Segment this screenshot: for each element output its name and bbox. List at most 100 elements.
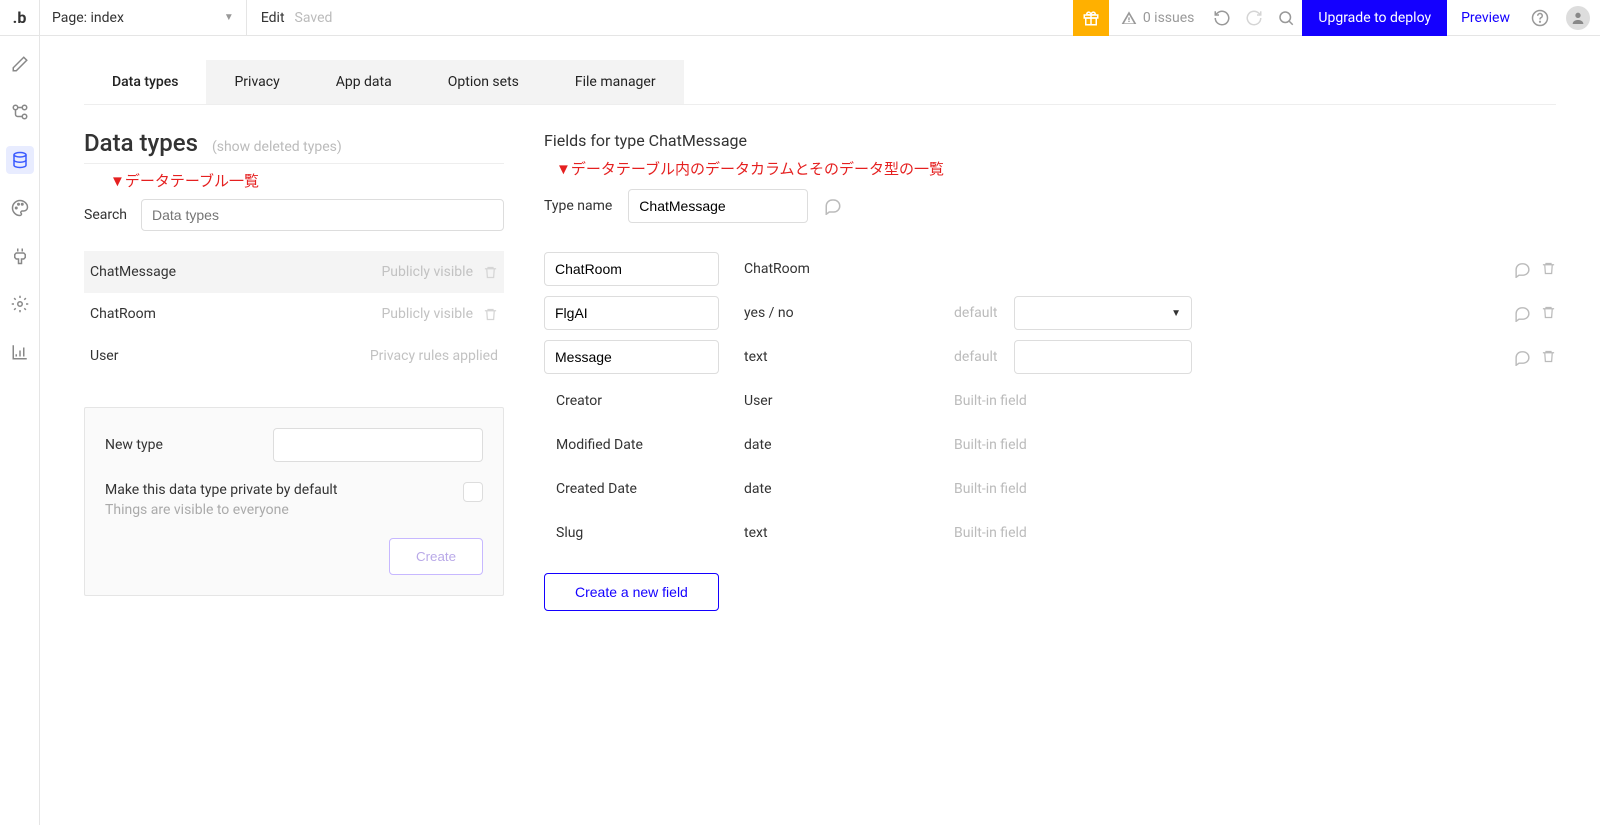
comment-icon — [1514, 261, 1531, 278]
page-selector[interactable]: Page: index ▼ — [40, 0, 247, 36]
chart-icon — [11, 343, 29, 361]
field-delete-button[interactable] — [1541, 349, 1556, 366]
show-deleted-link[interactable]: (show deleted types) — [212, 139, 342, 155]
fields-panel: Fields for type ChatMessage ▼データテーブル内のデー… — [544, 115, 1556, 611]
tab-option-sets[interactable]: Option sets — [420, 60, 547, 104]
create-type-button[interactable]: Create — [389, 538, 483, 575]
user-icon — [1570, 10, 1586, 26]
type-row[interactable]: ChatRoom Publicly visible — [84, 293, 504, 335]
type-name: ChatRoom — [90, 306, 156, 322]
field-type: User — [744, 393, 954, 409]
comment-button[interactable] — [824, 197, 842, 215]
field-list: ChatRoomyes / nodefault▼textdefaultCreat… — [544, 247, 1556, 555]
default-input[interactable] — [1014, 340, 1192, 374]
tab-file-manager[interactable]: File manager — [547, 60, 684, 104]
edit-link[interactable]: Edit — [261, 10, 285, 26]
type-status-text: Publicly visible — [381, 264, 473, 280]
database-icon — [11, 151, 29, 169]
field-delete-button[interactable] — [1541, 261, 1556, 278]
type-status-text: Privacy rules applied — [370, 348, 498, 364]
builtin-label: Built-in field — [954, 393, 1027, 409]
issues-count: 0 issues — [1143, 10, 1195, 26]
user-avatar[interactable] — [1566, 6, 1590, 30]
field-name-input[interactable] — [544, 340, 719, 374]
type-list: ChatMessagePublicly visible ChatRoom Publi… — [84, 251, 504, 377]
builtin-label: Built-in field — [954, 437, 1027, 453]
trash-icon — [1541, 261, 1556, 276]
issues-indicator[interactable]: 0 issues — [1109, 10, 1207, 26]
chevron-down-icon: ▼ — [1171, 308, 1181, 319]
gift-button[interactable] — [1073, 0, 1109, 36]
workflow-icon — [11, 103, 29, 121]
help-button[interactable] — [1524, 0, 1556, 36]
search-icon — [1277, 9, 1295, 27]
field-name-input[interactable] — [544, 296, 719, 330]
field-row: SlugtextBuilt-in field — [544, 511, 1556, 555]
trash-icon — [483, 307, 498, 322]
types-heading: Data types — [84, 129, 198, 157]
field-row: Modified DatedateBuilt-in field — [544, 423, 1556, 467]
type-status: Publicly visible — [381, 264, 498, 280]
sidebar-item-data[interactable] — [6, 146, 34, 174]
chevron-down-icon: ▼ — [224, 12, 234, 23]
type-name-input[interactable] — [628, 189, 808, 223]
comment-icon — [1514, 305, 1531, 322]
delete-type-button[interactable] — [483, 307, 498, 322]
builtin-label: Built-in field — [954, 525, 1027, 541]
sidebar-item-workflow[interactable] — [6, 98, 34, 126]
undo-button[interactable] — [1206, 0, 1238, 36]
type-row[interactable]: ChatMessagePublicly visible — [84, 251, 504, 293]
search-button[interactable] — [1270, 0, 1302, 36]
topbar: .b Page: index ▼ Edit Saved 0 issues Upg… — [0, 0, 1600, 36]
private-hint: Things are visible to everyone — [105, 502, 337, 518]
private-checkbox[interactable] — [463, 482, 483, 502]
default-select[interactable]: ▼ — [1014, 296, 1192, 330]
field-name-input[interactable] — [544, 252, 719, 286]
field-name: Modified Date — [544, 437, 744, 453]
tabs: Data types Privacy App data Option sets … — [84, 60, 1556, 105]
sidebar-item-plugins[interactable] — [6, 242, 34, 270]
saved-status: Saved — [295, 10, 333, 26]
delete-type-button[interactable] — [483, 265, 498, 280]
field-type: yes / no — [744, 305, 954, 321]
new-type-input[interactable] — [273, 428, 483, 462]
type-row[interactable]: UserPrivacy rules applied — [84, 335, 504, 377]
tab-app-data[interactable]: App data — [308, 60, 420, 104]
field-row: CreatorUserBuilt-in field — [544, 379, 1556, 423]
pencil-icon — [11, 55, 29, 73]
field-type: date — [744, 437, 954, 453]
search-label: Search — [84, 207, 127, 223]
type-status-text: Publicly visible — [381, 306, 473, 322]
search-input[interactable] — [141, 199, 504, 231]
tab-data-types[interactable]: Data types — [84, 60, 206, 104]
type-name-label: Type name — [544, 198, 612, 214]
sidebar-item-design[interactable] — [6, 50, 34, 78]
sidebar-item-logs[interactable] — [6, 338, 34, 366]
field-row: Created DatedateBuilt-in field — [544, 467, 1556, 511]
field-comment-button[interactable] — [1514, 305, 1531, 322]
redo-button[interactable] — [1238, 0, 1270, 36]
sidebar — [0, 36, 40, 825]
annotation-right: ▼データテーブル内のデータカラムとそのデータ型の一覧 — [544, 158, 1556, 179]
sidebar-item-settings[interactable] — [6, 290, 34, 318]
field-row: yes / nodefault▼ — [544, 291, 1556, 335]
sidebar-item-styles[interactable] — [6, 194, 34, 222]
create-field-button[interactable]: Create a new field — [544, 573, 719, 611]
field-comment-button[interactable] — [1514, 349, 1531, 366]
field-type: text — [744, 349, 954, 365]
preview-link[interactable]: Preview — [1447, 10, 1524, 26]
new-type-box: New type Make this data type private by … — [84, 407, 504, 596]
trash-icon — [1541, 305, 1556, 320]
palette-icon — [11, 199, 29, 217]
logo[interactable]: .b — [0, 0, 40, 36]
field-delete-button[interactable] — [1541, 305, 1556, 322]
field-name: Slug — [544, 525, 744, 541]
upgrade-button[interactable]: Upgrade to deploy — [1302, 0, 1447, 36]
field-type: ChatRoom — [744, 261, 954, 277]
field-type: text — [744, 525, 954, 541]
field-comment-button[interactable] — [1514, 261, 1531, 278]
field-row: textdefault — [544, 335, 1556, 379]
default-label: default — [954, 349, 1014, 365]
tab-privacy[interactable]: Privacy — [206, 60, 307, 104]
type-status: Privacy rules applied — [370, 348, 498, 364]
